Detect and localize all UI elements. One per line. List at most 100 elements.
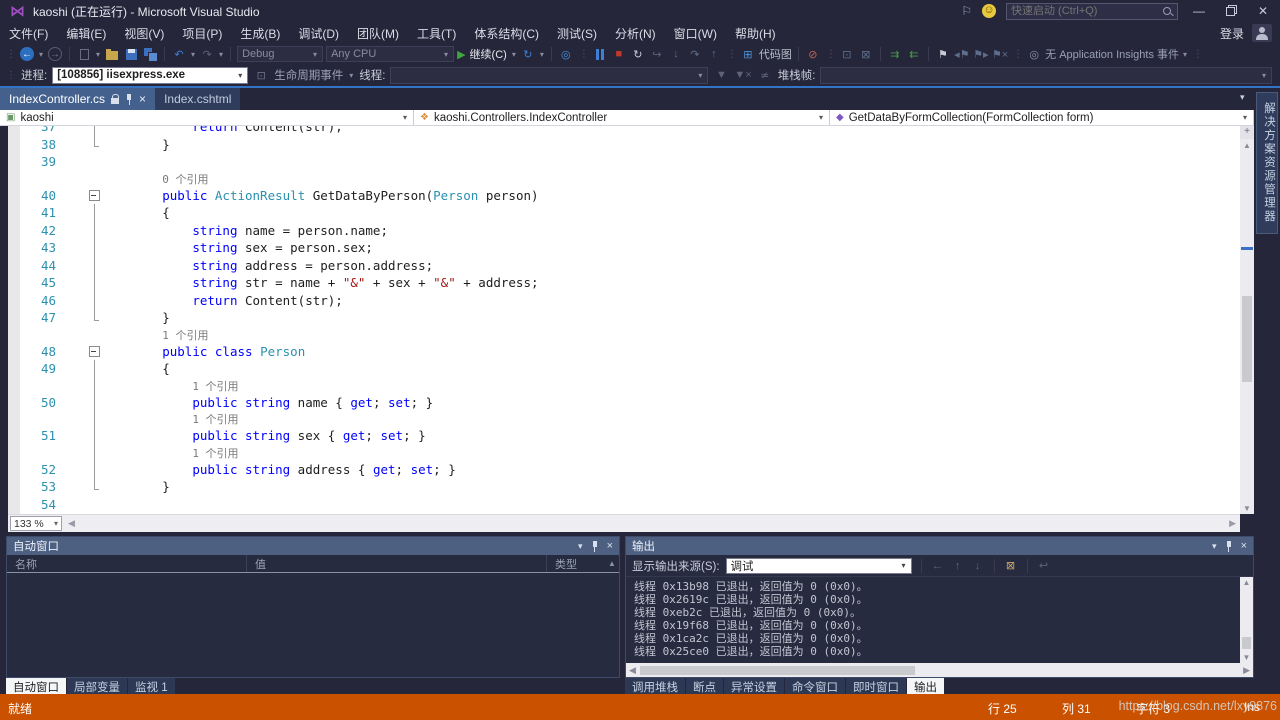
redo-button[interactable]: ↷	[199, 46, 215, 62]
lifecycle-events-button[interactable]: 生命周期事件	[274, 67, 343, 83]
panel-tab[interactable]: 命令窗口	[785, 678, 845, 694]
pin-icon[interactable]	[591, 541, 599, 552]
navigate-back-button[interactable]: ←	[19, 46, 35, 62]
column-header[interactable]: 名称	[7, 555, 247, 572]
code-line[interactable]: 47 }	[8, 309, 1240, 327]
scroll-up-arrow[interactable]: ▲	[605, 559, 619, 568]
hscroll-right-arrow[interactable]: ▶	[1229, 518, 1236, 529]
clear-all-button[interactable]: ⊠	[1004, 559, 1018, 572]
code-line[interactable]: 53 }	[8, 478, 1240, 496]
codelens-row[interactable]: 0 个引用	[8, 171, 1240, 187]
stack-frame-select[interactable]: ▾	[820, 67, 1272, 84]
hscroll-left-arrow[interactable]: ◀	[629, 665, 636, 676]
step-out-button[interactable]: ↑	[706, 46, 722, 62]
scroll-up-arrow[interactable]: ▲	[1240, 141, 1254, 150]
uncomment-button[interactable]: ⇇	[906, 46, 922, 62]
project-select[interactable]: ▣ kaoshi ▾	[0, 110, 414, 125]
output-vertical-scrollbar[interactable]: ▲ ▼	[1240, 577, 1253, 663]
find-message-button[interactable]: ←	[931, 560, 945, 572]
codelens-references[interactable]: 1 个引用	[192, 413, 238, 426]
panel-tab[interactable]: 调用堆栈	[625, 678, 685, 694]
output-body[interactable]: 线程 0x13b98 已退出，返回值为 0 (0x0)。线程 0x2619c 已…	[626, 577, 1253, 663]
window-position-dropdown[interactable]: ▾	[1212, 541, 1217, 552]
show-next-statement-button[interactable]: ↪	[649, 46, 665, 62]
debugbar-grip[interactable]: ⋮	[4, 70, 16, 81]
output-source-select[interactable]: 调试▾	[726, 558, 912, 574]
menu-item[interactable]: 团队(M)	[348, 22, 408, 45]
codelens-references[interactable]: 1 个引用	[162, 329, 208, 342]
restore-button[interactable]	[1220, 4, 1242, 18]
window-position-dropdown[interactable]: ▾	[578, 541, 583, 552]
codelens-row[interactable]: 1 个引用	[8, 411, 1240, 427]
editor-tab[interactable]: Index.cshtml	[155, 88, 240, 110]
code-line[interactable]: 51 public string sex { get; set; }	[8, 427, 1240, 445]
solution-platform-select[interactable]: Any CPU▾	[326, 46, 454, 62]
next-message-button[interactable]: ↓	[971, 560, 985, 572]
restart-debugging-button[interactable]: ↻	[630, 46, 646, 62]
process-select[interactable]: [108856] iisexpress.exe▾	[52, 67, 248, 84]
word-wrap-button[interactable]: ↩	[1037, 559, 1051, 572]
debug-toolbar-overflow[interactable]: ⋮	[725, 49, 737, 60]
analysis-overflow[interactable]: ⋮	[824, 49, 836, 60]
save-button[interactable]	[123, 46, 139, 62]
scrollbar-thumb[interactable]	[1242, 296, 1252, 382]
menu-item[interactable]: 分析(N)	[606, 22, 665, 45]
undo-button[interactable]: ↶	[171, 46, 187, 62]
quick-launch-input[interactable]	[1011, 5, 1162, 17]
menu-item[interactable]: 测试(S)	[548, 22, 606, 45]
menu-item[interactable]: 视图(V)	[115, 22, 173, 45]
live-visual-tree-button[interactable]: ⊡	[839, 46, 855, 62]
code-line[interactable]: 48 public class Person	[8, 343, 1240, 361]
panel-tab[interactable]: 断点	[686, 678, 723, 694]
menu-item[interactable]: 工具(T)	[408, 22, 465, 45]
codelens-row[interactable]: 1 个引用	[8, 445, 1240, 461]
minimize-button[interactable]: —	[1188, 4, 1210, 18]
scrollbar-thumb[interactable]	[640, 666, 915, 675]
codelens-references[interactable]: 1 个引用	[192, 380, 238, 393]
code-line[interactable]: 38 }	[8, 136, 1240, 154]
menu-item[interactable]: 生成(B)	[231, 22, 289, 45]
output-header[interactable]: 输出 ▾ ×	[626, 537, 1253, 555]
code-line[interactable]: 37 return Content(str);	[8, 126, 1240, 136]
code-line[interactable]: 45 string str = name + "&" + sex + "&" +…	[8, 274, 1240, 292]
member-select[interactable]: ◆ GetDataByFormCollection(FormCollection…	[830, 110, 1254, 125]
solution-configuration-select[interactable]: Debug▾	[237, 46, 323, 62]
feedback-smiley-icon[interactable]: ☺	[982, 4, 996, 18]
notifications-flag-icon[interactable]: ⚐	[961, 4, 972, 18]
close-button[interactable]: ✕	[1252, 4, 1274, 18]
codelens-row[interactable]: 1 个引用	[8, 327, 1240, 343]
navigate-back-dropdown[interactable]: ▾	[38, 50, 44, 59]
continue-dropdown[interactable]: ▾	[511, 50, 517, 59]
code-map-button[interactable]: 代码图	[759, 46, 792, 62]
continue-button[interactable]: ▶ 继续(C) ▾	[457, 46, 517, 62]
panel-tab[interactable]: 自动窗口	[6, 678, 66, 694]
new-file-dropdown[interactable]: ▾	[95, 50, 101, 59]
insights-overflow[interactable]: ⋮	[1191, 49, 1203, 60]
menu-item[interactable]: 体系结构(C)	[465, 22, 548, 45]
collapse-toggle[interactable]	[88, 187, 102, 205]
toolbar-grip[interactable]: ⋮	[4, 49, 16, 60]
comment-out-button[interactable]: ⇉	[887, 46, 903, 62]
zoom-level-select[interactable]: 133 %▾	[10, 516, 62, 531]
column-header[interactable]: 类型	[547, 555, 605, 572]
lifecycle-events-dropdown[interactable]: ▾	[348, 71, 354, 80]
flag-threads-filter-clear-icon[interactable]: ▼×	[734, 67, 751, 83]
autos-body[interactable]	[7, 573, 619, 677]
autos-header[interactable]: 自动窗口 ▾ ×	[7, 537, 619, 555]
close-icon[interactable]: ×	[139, 92, 146, 106]
bookmark-overflow[interactable]: ⋮	[1011, 49, 1023, 60]
user-account-icon[interactable]	[1252, 24, 1272, 42]
scroll-up-arrow[interactable]: ▲	[1240, 578, 1253, 587]
menu-item[interactable]: 调试(D)	[289, 22, 348, 45]
panel-tab[interactable]: 输出	[907, 678, 944, 694]
scroll-down-arrow[interactable]: ▼	[1240, 653, 1253, 662]
collapse-toggle[interactable]	[88, 343, 102, 361]
type-select[interactable]: ❖ kaoshi.Controllers.IndexController ▾	[414, 110, 830, 125]
editor-vertical-scrollbar[interactable]: + ▲ ▼	[1240, 126, 1254, 514]
code-line[interactable]: 39	[8, 153, 1240, 171]
toggle-suspended-threads-icon[interactable]: ≄	[757, 67, 773, 83]
panel-tab[interactable]: 局部变量	[67, 678, 127, 694]
previous-message-button[interactable]: ↑	[951, 560, 965, 572]
redo-dropdown[interactable]: ▾	[218, 50, 224, 59]
save-all-button[interactable]	[142, 46, 158, 62]
